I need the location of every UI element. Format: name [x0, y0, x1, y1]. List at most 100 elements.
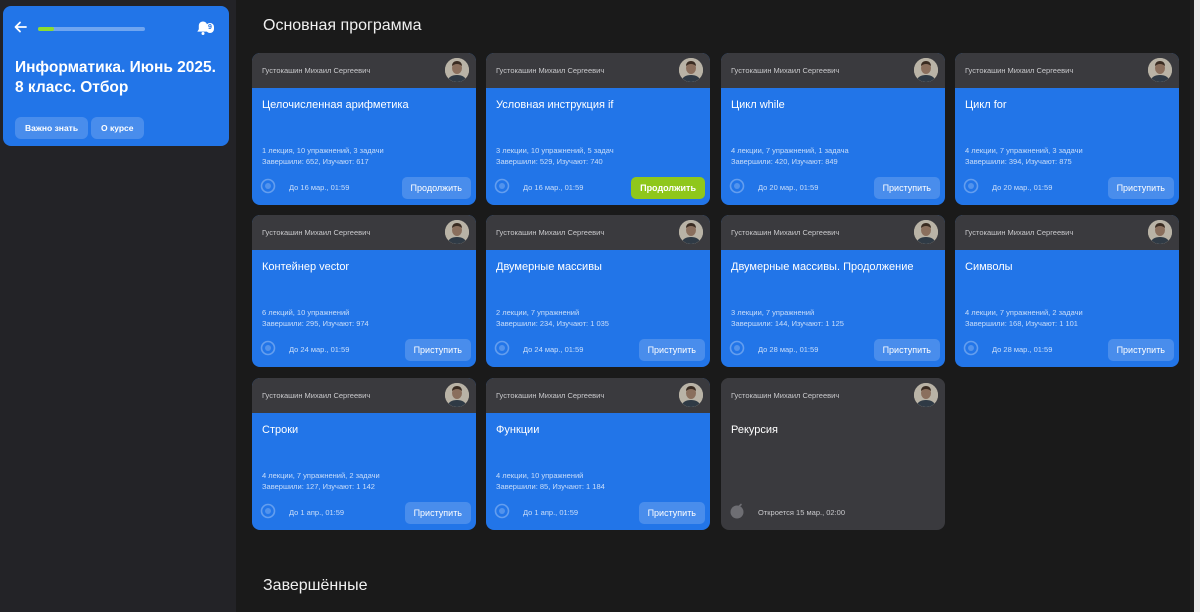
card-action-button[interactable]: Приступить — [404, 502, 471, 524]
card-action-button[interactable]: Приступить — [873, 339, 940, 361]
lesson-card[interactable]: Густокашин Михаил Сергеевич Строки 4 лекци… — [252, 378, 476, 530]
card-stats-completion: Завершили: 295, Изучают: 974 — [262, 319, 369, 328]
author-avatar — [679, 220, 703, 244]
card-stats-completion: Завершили: 420, Изучают: 849 — [731, 157, 838, 166]
card-action-button[interactable]: Приступить — [638, 502, 705, 524]
lesson-card[interactable]: Густокашин Михаил Сергеевич Условная инст… — [486, 53, 710, 205]
card-deadline: До 20 мар., 01:59 — [992, 183, 1053, 192]
card-stats-content: 4 лекции, 10 упражнений — [496, 471, 584, 480]
card-stats-completion: Завершили: 234, Изучают: 1 035 — [496, 319, 609, 328]
notifications-bell-icon[interactable]: 9 — [196, 20, 216, 38]
card-stats-completion: Завершили: 652, Изучают: 617 — [262, 157, 369, 166]
card-stats: 2 лекции, 7 упражнений Завершили: 234, Из… — [496, 307, 609, 329]
card-author: Густокашин Михаил Сергеевич — [262, 228, 371, 237]
card-stats-content: 4 лекции, 7 упражнений, 3 задачи — [965, 146, 1083, 155]
card-deadline: До 1 апр., 01:59 — [523, 508, 579, 517]
progress-ring-icon — [260, 178, 276, 194]
lesson-card[interactable]: Густокашин Михаил Сергеевич Функции 4 лекц… — [486, 378, 710, 530]
card-stats: 4 лекции, 7 упражнений, 1 задача Завершил… — [731, 145, 849, 167]
progress-ring-icon — [963, 340, 979, 356]
author-avatar — [445, 383, 469, 407]
card-stats-content: 4 лекции, 7 упражнений, 2 задачи — [965, 308, 1083, 317]
progress-ring-icon — [729, 340, 745, 356]
author-avatar — [914, 383, 938, 407]
card-title: Цикл while — [731, 99, 785, 111]
author-avatar — [445, 220, 469, 244]
card-action-button[interactable]: Приступить — [1107, 339, 1174, 361]
card-header: Густокашин Михаил Сергеевич — [955, 53, 1179, 88]
card-author: Густокашин Михаил Сергеевич — [731, 391, 840, 400]
card-deadline: До 1 апр., 01:59 — [289, 508, 345, 517]
course-progress-bar — [38, 27, 145, 31]
card-author: Густокашин Михаил Сергеевич — [496, 228, 605, 237]
card-header: Густокашин Михаил Сергеевич — [721, 53, 945, 88]
about-course-button[interactable]: О курсе — [91, 117, 144, 139]
main-content: Основная программа Густокашин Михаил Сер… — [236, 0, 1200, 612]
card-stats-completion: Завершили: 144, Изучают: 1 125 — [731, 319, 844, 328]
lesson-card[interactable]: Густокашин Михаил Сергеевич Двумерные мас… — [721, 215, 945, 367]
card-deadline: До 28 мар., 01:59 — [758, 345, 819, 354]
card-author: Густокашин Михаил Сергеевич — [731, 66, 840, 75]
card-author: Густокашин Михаил Сергеевич — [496, 66, 605, 75]
card-stats-content: 4 лекции, 7 упражнений, 2 задачи — [262, 471, 380, 480]
card-stats-content: 4 лекции, 7 упражнений, 1 задача — [731, 146, 849, 155]
card-action-button[interactable]: Продолжить — [401, 177, 471, 199]
card-header: Густокашин Михаил Сергеевич — [252, 378, 476, 413]
card-action-button[interactable]: Продолжить — [631, 177, 705, 199]
progress-ring-icon — [494, 178, 510, 194]
card-title: Функции — [496, 424, 540, 436]
card-title: Рекурсия — [731, 424, 779, 436]
card-author: Густокашин Михаил Сергеевич — [965, 66, 1074, 75]
author-avatar — [445, 58, 469, 82]
card-action-button[interactable]: Приступить — [638, 339, 705, 361]
card-header: Густокашин Михаил Сергеевич — [721, 215, 945, 250]
card-author: Густокашин Михаил Сергеевич — [965, 228, 1074, 237]
section-title-main: Основная программа — [263, 17, 422, 34]
lesson-card[interactable]: Густокашин Михаил Сергеевич Символы 4 лекц… — [955, 215, 1179, 367]
progress-ring-icon — [260, 340, 276, 356]
lesson-card[interactable]: Густокашин Михаил Сергеевич Целочисленная… — [252, 53, 476, 205]
author-avatar — [1148, 58, 1172, 82]
card-action-button[interactable]: Приступить — [1107, 177, 1174, 199]
progress-ring-icon — [729, 178, 745, 194]
course-progress-fill — [38, 27, 55, 31]
author-avatar — [679, 58, 703, 82]
card-action-button[interactable]: Приступить — [404, 339, 471, 361]
lesson-card[interactable]: Густокашин Михаил Сергеевич Цикл while 4 л… — [721, 53, 945, 205]
card-title: Целочисленная арифметика — [262, 99, 409, 111]
section-title-completed: Завершённые — [263, 577, 368, 594]
card-title: Цикл for — [965, 99, 1007, 111]
card-action-button[interactable]: Приступить — [873, 177, 940, 199]
card-deadline: До 24 мар., 01:59 — [289, 345, 350, 354]
course-title: Информатика. Июнь 2025. 8 класс. Отбор — [15, 59, 216, 96]
progress-ring-icon — [494, 503, 510, 519]
scrollbar[interactable] — [1194, 0, 1200, 612]
lock-icon — [729, 503, 745, 519]
card-header: Густокашин Михаил Сергеевич — [486, 215, 710, 250]
card-stats-content: 3 лекции, 7 упражнений — [731, 308, 815, 317]
card-author: Густокашин Михаил Сергеевич — [731, 228, 840, 237]
card-deadline: Откроется 15 мар., 02:00 — [758, 508, 846, 517]
card-deadline: До 20 мар., 01:59 — [758, 183, 819, 192]
card-header: Густокашин Михаил Сергеевич — [252, 53, 476, 88]
card-title: Контейнер vector — [262, 261, 350, 273]
card-author: Густокашин Михаил Сергеевич — [496, 391, 605, 400]
card-stats-completion: Завершили: 394, Изучают: 875 — [965, 157, 1072, 166]
card-stats-completion: Завершили: 168, Изучают: 1 101 — [965, 319, 1078, 328]
card-stats-content: 6 лекций, 10 упражнений — [262, 308, 350, 317]
card-deadline: До 28 мар., 01:59 — [992, 345, 1053, 354]
important-info-button[interactable]: Важно знать — [15, 117, 89, 139]
card-deadline: До 16 мар., 01:59 — [289, 183, 350, 192]
card-stats: 3 лекции, 10 упражнений, 5 задач Завершил… — [496, 145, 614, 167]
card-header: Густокашин Михаил Сергеевич — [486, 378, 710, 413]
back-arrow-icon[interactable] — [14, 20, 32, 38]
progress-ring-icon — [963, 178, 979, 194]
lesson-card[interactable]: Густокашин Михаил Сергеевич Рекурсия Откро… — [721, 378, 945, 530]
lesson-card[interactable]: Густокашин Михаил Сергеевич Цикл for 4 лек… — [955, 53, 1179, 205]
lesson-card[interactable]: Густокашин Михаил Сергеевич Контейнер vec… — [252, 215, 476, 367]
card-stats: 4 лекции, 7 упражнений, 2 задачи Завершил… — [965, 307, 1083, 329]
progress-ring-icon — [260, 503, 276, 519]
lesson-card[interactable]: Густокашин Михаил Сергеевич Двумерные мас… — [486, 215, 710, 367]
card-stats-content: 1 лекция, 10 упражнений, 3 задачи — [262, 146, 384, 155]
progress-ring-icon — [494, 340, 510, 356]
